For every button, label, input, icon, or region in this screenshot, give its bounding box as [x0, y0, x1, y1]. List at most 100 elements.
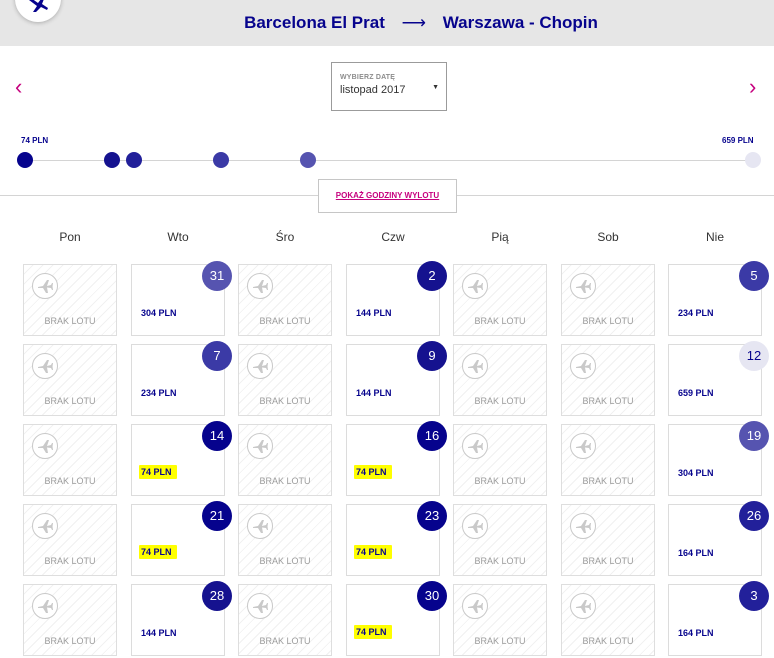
day-number-badge: 21 — [202, 501, 232, 531]
plane-icon — [32, 513, 58, 539]
calendar-day-no-flight: BRAK LOTU — [561, 344, 655, 416]
no-flight-label: BRAK LOTU — [582, 316, 634, 326]
fare-price: 144 PLN — [356, 308, 392, 318]
price-slider-dot[interactable] — [126, 152, 142, 168]
month-select-value: listopad 2017 — [340, 84, 406, 96]
no-flight-label: BRAK LOTU — [474, 556, 526, 566]
no-flight-label: BRAK LOTU — [44, 316, 96, 326]
fare-price: 304 PLN — [141, 308, 177, 318]
calendar-day-cell[interactable]: 74 PLN 30 — [346, 581, 447, 656]
day-number-badge: 5 — [739, 261, 769, 291]
no-flight-label: BRAK LOTU — [474, 636, 526, 646]
plane-icon — [462, 593, 488, 619]
day-number-badge: 28 — [202, 581, 232, 611]
plane-icon — [247, 353, 273, 379]
header-bar: Barcelona El Prat ⟶ Warszawa - Chopin — [0, 0, 774, 46]
day-number-badge: 3 — [739, 581, 769, 611]
no-flight-label: BRAK LOTU — [259, 636, 311, 646]
calendar-day-cell[interactable]: 164 PLN 3 — [668, 581, 769, 656]
calendar-day-cell[interactable]: 74 PLN 14 — [131, 421, 232, 496]
day-number-badge: 14 — [202, 421, 232, 451]
calendar-day-cell[interactable]: 144 PLN 28 — [131, 581, 232, 656]
fare-price: 74 PLN — [139, 545, 177, 559]
day-number-badge: 2 — [417, 261, 447, 291]
calendar-day-cell[interactable]: 74 PLN 23 — [346, 501, 447, 576]
month-select[interactable]: WYBIERZ DATĘ listopad 2017 ▼ — [331, 62, 447, 111]
day-number-badge: 9 — [417, 341, 447, 371]
no-flight-label: BRAK LOTU — [259, 316, 311, 326]
calendar-day-cell[interactable]: 74 PLN 21 — [131, 501, 232, 576]
price-slider-dot[interactable] — [300, 152, 316, 168]
plane-icon — [570, 273, 596, 299]
calendar-day-no-flight: BRAK LOTU — [453, 344, 547, 416]
calendar-day-no-flight: BRAK LOTU — [23, 424, 117, 496]
price-slider-dot[interactable] — [17, 152, 33, 168]
day-number-badge: 16 — [417, 421, 447, 451]
origin-airport: Barcelona El Prat — [244, 13, 385, 32]
weekday-label: Wto — [167, 230, 189, 244]
calendar-day-no-flight: BRAK LOTU — [23, 264, 117, 336]
no-flight-label: BRAK LOTU — [474, 316, 526, 326]
calendar-day-no-flight: BRAK LOTU — [453, 584, 547, 656]
fare-price: 164 PLN — [678, 628, 714, 638]
fare-price: 74 PLN — [139, 465, 177, 479]
calendar-day-no-flight: BRAK LOTU — [23, 504, 117, 576]
no-flight-label: BRAK LOTU — [44, 396, 96, 406]
plane-icon — [32, 433, 58, 459]
fare-price: 144 PLN — [141, 628, 177, 638]
price-slider-dot[interactable] — [104, 152, 120, 168]
no-flight-label: BRAK LOTU — [582, 396, 634, 406]
calendar-day-no-flight: BRAK LOTU — [561, 584, 655, 656]
plane-icon — [462, 513, 488, 539]
weekday-label: Śro — [275, 230, 295, 244]
weekday-label: Czw — [381, 230, 405, 244]
chevron-down-icon: ▼ — [432, 84, 439, 91]
destination-airport: Warszawa - Chopin — [442, 13, 598, 32]
price-slider-dot[interactable] — [213, 152, 229, 168]
price-range-min: 74 PLN — [21, 136, 49, 145]
calendar-day-cell[interactable]: 659 PLN 12 — [668, 341, 769, 416]
no-flight-label: BRAK LOTU — [582, 476, 634, 486]
fare-price: 74 PLN — [354, 625, 392, 639]
calendar-day-cell[interactable]: 304 PLN 19 — [668, 421, 769, 496]
calendar-day-no-flight: BRAK LOTU — [453, 504, 547, 576]
calendar-day-no-flight: BRAK LOTU — [453, 264, 547, 336]
route-title: Barcelona El Prat ⟶ Warszawa - Chopin — [0, 13, 774, 33]
weekday-label: Nie — [705, 230, 724, 244]
calendar-day-cell[interactable]: 144 PLN 9 — [346, 341, 447, 416]
day-number-badge: 7 — [202, 341, 232, 371]
previous-month-button[interactable]: ‹ — [15, 76, 22, 98]
plane-icon — [462, 433, 488, 459]
calendar-day-no-flight: BRAK LOTU — [561, 504, 655, 576]
calendar-day-cell[interactable]: 234 PLN 5 — [668, 261, 769, 336]
calendar-day-cell[interactable]: 234 PLN 7 — [131, 341, 232, 416]
calendar-day-no-flight: BRAK LOTU — [561, 264, 655, 336]
fare-price: 74 PLN — [354, 545, 392, 559]
fare-price: 659 PLN — [678, 388, 714, 398]
calendar-day-cell[interactable]: 304 PLN 31 — [131, 261, 232, 336]
calendar-day-cell[interactable]: 144 PLN 2 — [346, 261, 447, 336]
price-range-max: 659 PLN — [722, 136, 754, 145]
plane-icon — [570, 593, 596, 619]
fare-price: 234 PLN — [141, 388, 177, 398]
fare-price: 74 PLN — [354, 465, 392, 479]
plane-icon — [247, 273, 273, 299]
weekday-label: Sob — [597, 230, 619, 244]
calendar-day-cell[interactable]: 74 PLN 16 — [346, 421, 447, 496]
no-flight-label: BRAK LOTU — [44, 556, 96, 566]
no-flight-label: BRAK LOTU — [44, 636, 96, 646]
calendar-day-no-flight: BRAK LOTU — [238, 424, 332, 496]
fare-price: 164 PLN — [678, 548, 714, 558]
plane-icon — [247, 593, 273, 619]
no-flight-label: BRAK LOTU — [259, 396, 311, 406]
plane-icon — [570, 433, 596, 459]
price-slider-dot[interactable] — [745, 152, 761, 168]
calendar-day-cell[interactable]: 164 PLN 26 — [668, 501, 769, 576]
no-flight-label: BRAK LOTU — [582, 636, 634, 646]
day-number-badge: 19 — [739, 421, 769, 451]
fare-price: 304 PLN — [678, 468, 714, 478]
day-number-badge: 12 — [739, 341, 769, 371]
next-month-button[interactable]: › — [749, 76, 756, 98]
no-flight-label: BRAK LOTU — [582, 556, 634, 566]
show-departure-hours-button[interactable]: POKAŻ GODZINY WYLOTU — [318, 179, 457, 213]
